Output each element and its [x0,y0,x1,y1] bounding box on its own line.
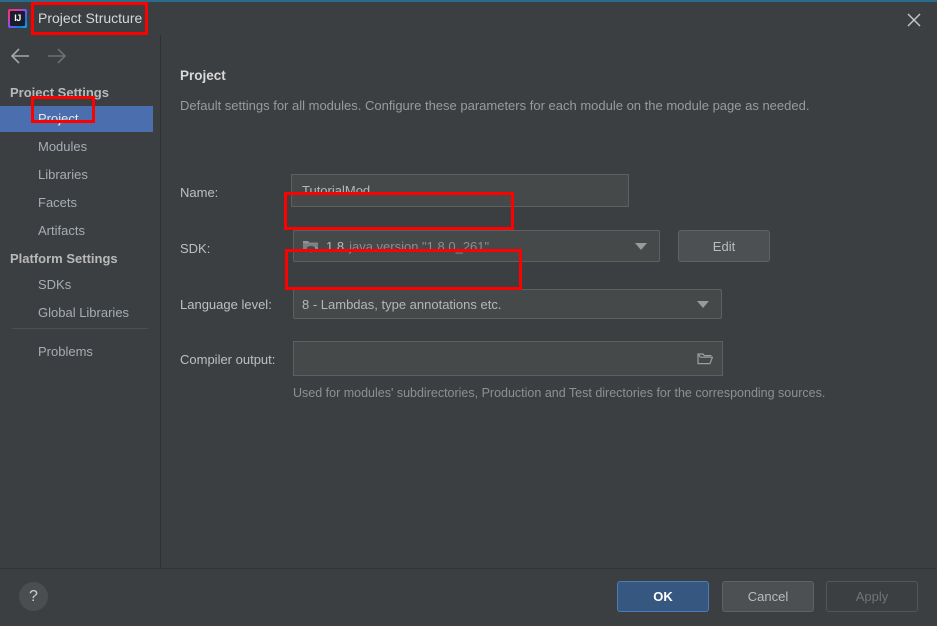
project-name-value: TutorialMod [302,183,370,198]
project-name-input[interactable]: TutorialMod [291,174,629,207]
title-bar: IJ Project Structure [0,2,937,35]
apply-button: Apply [826,581,918,612]
cancel-button[interactable]: Cancel [722,581,814,612]
sidebar-item-facets[interactable]: Facets [0,190,160,216]
arrow-right-icon [44,44,70,68]
sdk-description: java version "1.8.0_261" [349,239,489,254]
sidebar-separator [12,328,148,329]
sidebar-group-platform-settings: Platform Settings [0,246,160,272]
sidebar-item-sdks[interactable]: SDKs [0,272,160,298]
compiler-output-label: Compiler output: [180,352,275,367]
intellij-logo-icon: IJ [8,9,27,28]
language-level-value: 8 - Lambdas, type annotations etc. [302,297,501,312]
help-button[interactable]: ? [19,582,48,611]
folder-browse-icon[interactable] [697,352,713,366]
project-settings-panel: Project Default settings for all modules… [161,35,937,568]
compiler-output-hint: Used for modules' subdirectories, Produc… [293,386,825,400]
language-level-label: Language level: [180,297,272,312]
project-structure-dialog: IJ Project Structure [0,0,937,626]
sidebar-item-project[interactable]: Project [0,106,153,132]
chevron-down-icon [697,301,709,308]
close-icon [907,13,921,27]
intellij-logo-label: IJ [8,9,27,28]
sdk-combobox[interactable]: 1.8 java version "1.8.0_261" [293,230,660,262]
java-sdk-folder-icon [302,238,320,254]
sidebar-item-global-libraries[interactable]: Global Libraries [0,300,160,326]
language-level-combobox[interactable]: 8 - Lambdas, type annotations etc. [293,289,722,319]
sidebar-item-modules[interactable]: Modules [0,134,160,160]
window-title: Project Structure [38,2,142,35]
name-label: Name: [180,185,218,200]
page-description: Default settings for all modules. Config… [180,98,809,113]
arrow-left-icon [8,44,34,68]
chevron-down-icon [635,243,647,250]
dialog-footer: ? OK Cancel Apply [0,569,937,626]
navigation-arrows [0,40,160,73]
close-button[interactable] [891,2,937,35]
settings-sidebar: Project Settings Project Modules Librari… [0,35,161,568]
sdk-edit-button[interactable]: Edit [678,230,770,262]
compiler-output-input[interactable] [293,341,723,376]
sdk-version: 1.8 [326,239,344,254]
back-button[interactable] [8,44,34,68]
sidebar-item-problems[interactable]: Problems [0,339,160,365]
sidebar-group-project-settings: Project Settings [0,80,160,106]
sdk-label: SDK: [180,241,210,256]
sidebar-item-artifacts[interactable]: Artifacts [0,218,160,244]
forward-button[interactable] [44,44,70,68]
page-title: Project [180,68,226,83]
ok-button[interactable]: OK [617,581,709,612]
sidebar-item-libraries[interactable]: Libraries [0,162,160,188]
